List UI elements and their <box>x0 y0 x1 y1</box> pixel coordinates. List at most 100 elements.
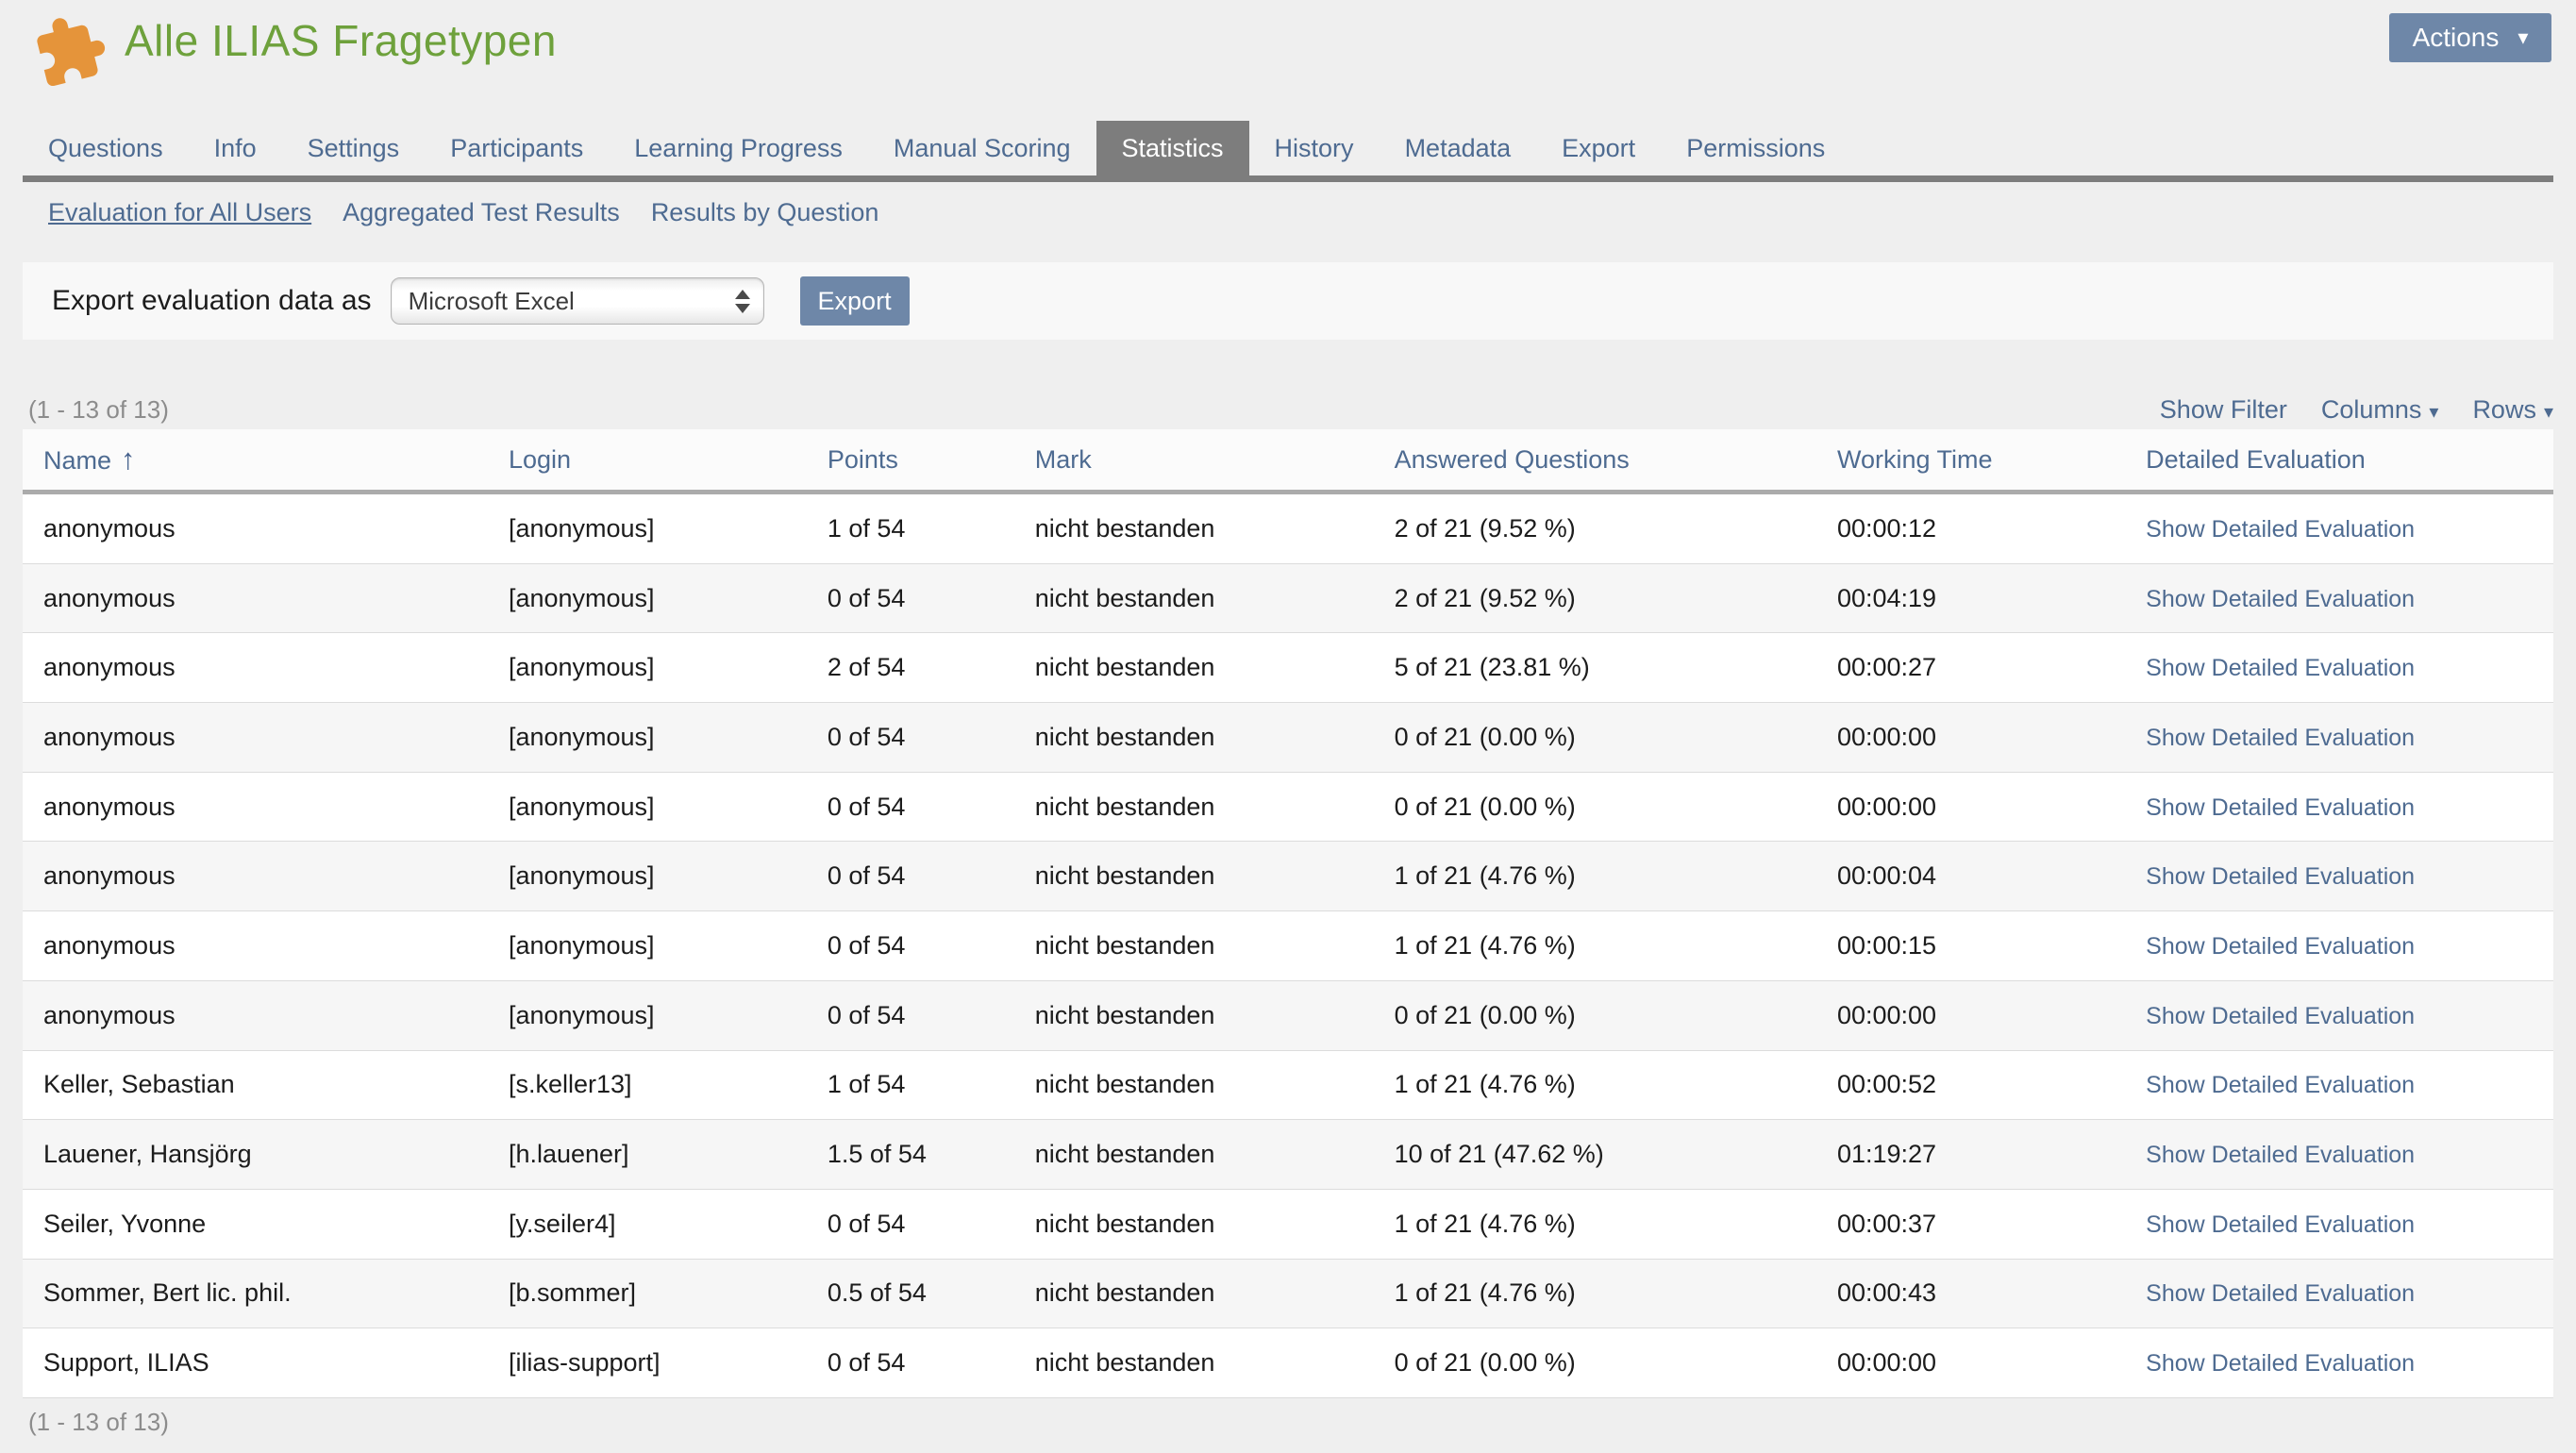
cell-points: 1 of 54 <box>828 1070 1035 1099</box>
cell-login: [anonymous] <box>509 584 828 613</box>
export-button[interactable]: Export <box>800 276 910 326</box>
cell-points: 1.5 of 54 <box>828 1140 1035 1169</box>
show-detailed-evaluation-link[interactable]: Show Detailed Evaluation <box>2146 1072 2415 1098</box>
chevron-down-icon: ▾ <box>2517 27 2528 48</box>
cell-login: [b.sommer] <box>509 1278 828 1308</box>
tab-history[interactable]: History <box>1249 121 1380 175</box>
tab-questions[interactable]: Questions <box>23 121 189 175</box>
tab-metadata[interactable]: Metadata <box>1380 121 1537 175</box>
show-detailed-evaluation-link[interactable]: Show Detailed Evaluation <box>2146 1142 2415 1168</box>
tab-list: QuestionsInfoSettingsParticipantsLearnin… <box>23 121 1850 175</box>
cell-mark: nicht bestanden <box>1035 584 1395 613</box>
export-label: Export evaluation data as <box>52 285 372 317</box>
cell-working-time: 00:04:19 <box>1837 584 2146 613</box>
cell-answered-questions: 0 of 21 (0.00 %) <box>1395 1001 1837 1030</box>
cell-detailed-evaluation: Show Detailed Evaluation <box>2146 1348 2553 1378</box>
cell-name: Support, ILIAS <box>23 1348 509 1378</box>
tab-settings[interactable]: Settings <box>282 121 426 175</box>
cell-answered-questions: 2 of 21 (9.52 %) <box>1395 584 1837 613</box>
show-detailed-evaluation-link[interactable]: Show Detailed Evaluation <box>2146 1280 2415 1307</box>
cell-points: 0 of 54 <box>828 1001 1035 1030</box>
show-detailed-evaluation-link[interactable]: Show Detailed Evaluation <box>2146 655 2415 681</box>
column-header-answered-questions[interactable]: Answered Questions <box>1395 445 1837 475</box>
actions-button[interactable]: Actions ▾ <box>2389 13 2551 62</box>
tab-permissions[interactable]: Permissions <box>1661 121 1850 175</box>
column-header-login[interactable]: Login <box>509 445 828 475</box>
cell-mark: nicht bestanden <box>1035 514 1395 543</box>
cell-working-time: 00:00:12 <box>1837 514 2146 543</box>
show-detailed-evaluation-link[interactable]: Show Detailed Evaluation <box>2146 586 2415 612</box>
show-detailed-evaluation-link[interactable]: Show Detailed Evaluation <box>2146 1211 2415 1238</box>
cell-detailed-evaluation: Show Detailed Evaluation <box>2146 514 2553 543</box>
cell-points: 0.5 of 54 <box>828 1278 1035 1308</box>
column-header-mark[interactable]: Mark <box>1035 445 1395 475</box>
columns-dropdown[interactable]: Columns ▾ <box>2321 395 2439 425</box>
tab-export[interactable]: Export <box>1536 121 1661 175</box>
show-filter-link[interactable]: Show Filter <box>2160 395 2287 425</box>
cell-working-time: 00:00:27 <box>1837 653 2146 682</box>
cell-login: [s.keller13] <box>509 1070 828 1099</box>
cell-login: [anonymous] <box>509 514 828 543</box>
export-format-value: Microsoft Excel <box>409 287 575 316</box>
cell-mark: nicht bestanden <box>1035 931 1395 960</box>
subtab-aggregated-test-results[interactable]: Aggregated Test Results <box>343 198 620 227</box>
tab-learning-progress[interactable]: Learning Progress <box>609 121 868 175</box>
show-detailed-evaluation-link[interactable]: Show Detailed Evaluation <box>2146 516 2415 543</box>
cell-points: 0 of 54 <box>828 1348 1035 1378</box>
show-detailed-evaluation-link[interactable]: Show Detailed Evaluation <box>2146 1350 2415 1377</box>
cell-mark: nicht bestanden <box>1035 1140 1395 1169</box>
cell-working-time: 00:00:37 <box>1837 1210 2146 1239</box>
show-detailed-evaluation-link[interactable]: Show Detailed Evaluation <box>2146 1003 2415 1029</box>
column-header-points[interactable]: Points <box>828 445 1035 475</box>
cell-working-time: 00:00:00 <box>1837 723 2146 752</box>
cell-working-time: 00:00:52 <box>1837 1070 2146 1099</box>
cell-answered-questions: 1 of 21 (4.76 %) <box>1395 931 1837 960</box>
cell-points: 0 of 54 <box>828 1210 1035 1239</box>
columns-dropdown-label: Columns <box>2321 395 2422 424</box>
table-row: Sommer, Bert lic. phil. [b.sommer] 0.5 o… <box>23 1260 2553 1329</box>
export-panel: Export evaluation data as Microsoft Exce… <box>23 262 2553 340</box>
actions-button-label: Actions <box>2413 23 2500 53</box>
column-header-name[interactable]: Name ↑ <box>23 443 509 476</box>
tab-manual-scoring[interactable]: Manual Scoring <box>868 121 1096 175</box>
cell-answered-questions: 10 of 21 (47.62 %) <box>1395 1140 1837 1169</box>
table-row: anonymous [anonymous] 0 of 54 nicht best… <box>23 981 2553 1051</box>
column-header-working-time[interactable]: Working Time <box>1837 445 2146 475</box>
tab-participants[interactable]: Participants <box>425 121 609 175</box>
sort-ascending-icon: ↑ <box>121 443 136 476</box>
cell-answered-questions: 0 of 21 (0.00 %) <box>1395 723 1837 752</box>
chevron-down-icon: ▾ <box>2429 402 2438 423</box>
pagination-top: (1 - 13 of 13) <box>28 395 169 425</box>
cell-mark: nicht bestanden <box>1035 1348 1395 1378</box>
export-format-select[interactable]: Microsoft Excel <box>391 277 764 325</box>
cell-name: Sommer, Bert lic. phil. <box>23 1278 509 1308</box>
page-title: Alle ILIAS Fragetypen <box>125 15 557 66</box>
page: Alle ILIAS Fragetypen Actions ▾ Question… <box>0 0 2576 1453</box>
show-detailed-evaluation-link[interactable]: Show Detailed Evaluation <box>2146 863 2415 890</box>
column-header-name-label: Name <box>43 446 111 475</box>
cell-detailed-evaluation: Show Detailed Evaluation <box>2146 1210 2553 1239</box>
cell-login: [anonymous] <box>509 723 828 752</box>
cell-detailed-evaluation: Show Detailed Evaluation <box>2146 1001 2553 1030</box>
show-detailed-evaluation-link[interactable]: Show Detailed Evaluation <box>2146 933 2415 960</box>
subtab-evaluation-for-all-users[interactable]: Evaluation for All Users <box>48 198 311 227</box>
tab-info[interactable]: Info <box>189 121 282 175</box>
cell-detailed-evaluation: Show Detailed Evaluation <box>2146 723 2553 752</box>
cell-points: 0 of 54 <box>828 931 1035 960</box>
show-detailed-evaluation-link[interactable]: Show Detailed Evaluation <box>2146 725 2415 751</box>
cell-name: anonymous <box>23 653 509 682</box>
subtab-results-by-question[interactable]: Results by Question <box>651 198 879 227</box>
cell-answered-questions: 0 of 21 (0.00 %) <box>1395 793 1837 822</box>
subtab-bar: Evaluation for All Users Aggregated Test … <box>48 189 878 236</box>
cell-mark: nicht bestanden <box>1035 723 1395 752</box>
cell-login: [anonymous] <box>509 861 828 891</box>
table-row: anonymous [anonymous] 0 of 54 nicht best… <box>23 842 2553 911</box>
show-detailed-evaluation-link[interactable]: Show Detailed Evaluation <box>2146 794 2415 821</box>
cell-mark: nicht bestanden <box>1035 1070 1395 1099</box>
cell-login: [ilias-support] <box>509 1348 828 1378</box>
cell-detailed-evaluation: Show Detailed Evaluation <box>2146 1278 2553 1308</box>
cell-answered-questions: 1 of 21 (4.76 %) <box>1395 1278 1837 1308</box>
cell-login: [anonymous] <box>509 793 828 822</box>
tab-statistics[interactable]: Statistics <box>1096 121 1249 175</box>
rows-dropdown[interactable]: Rows▾ <box>2472 395 2553 425</box>
